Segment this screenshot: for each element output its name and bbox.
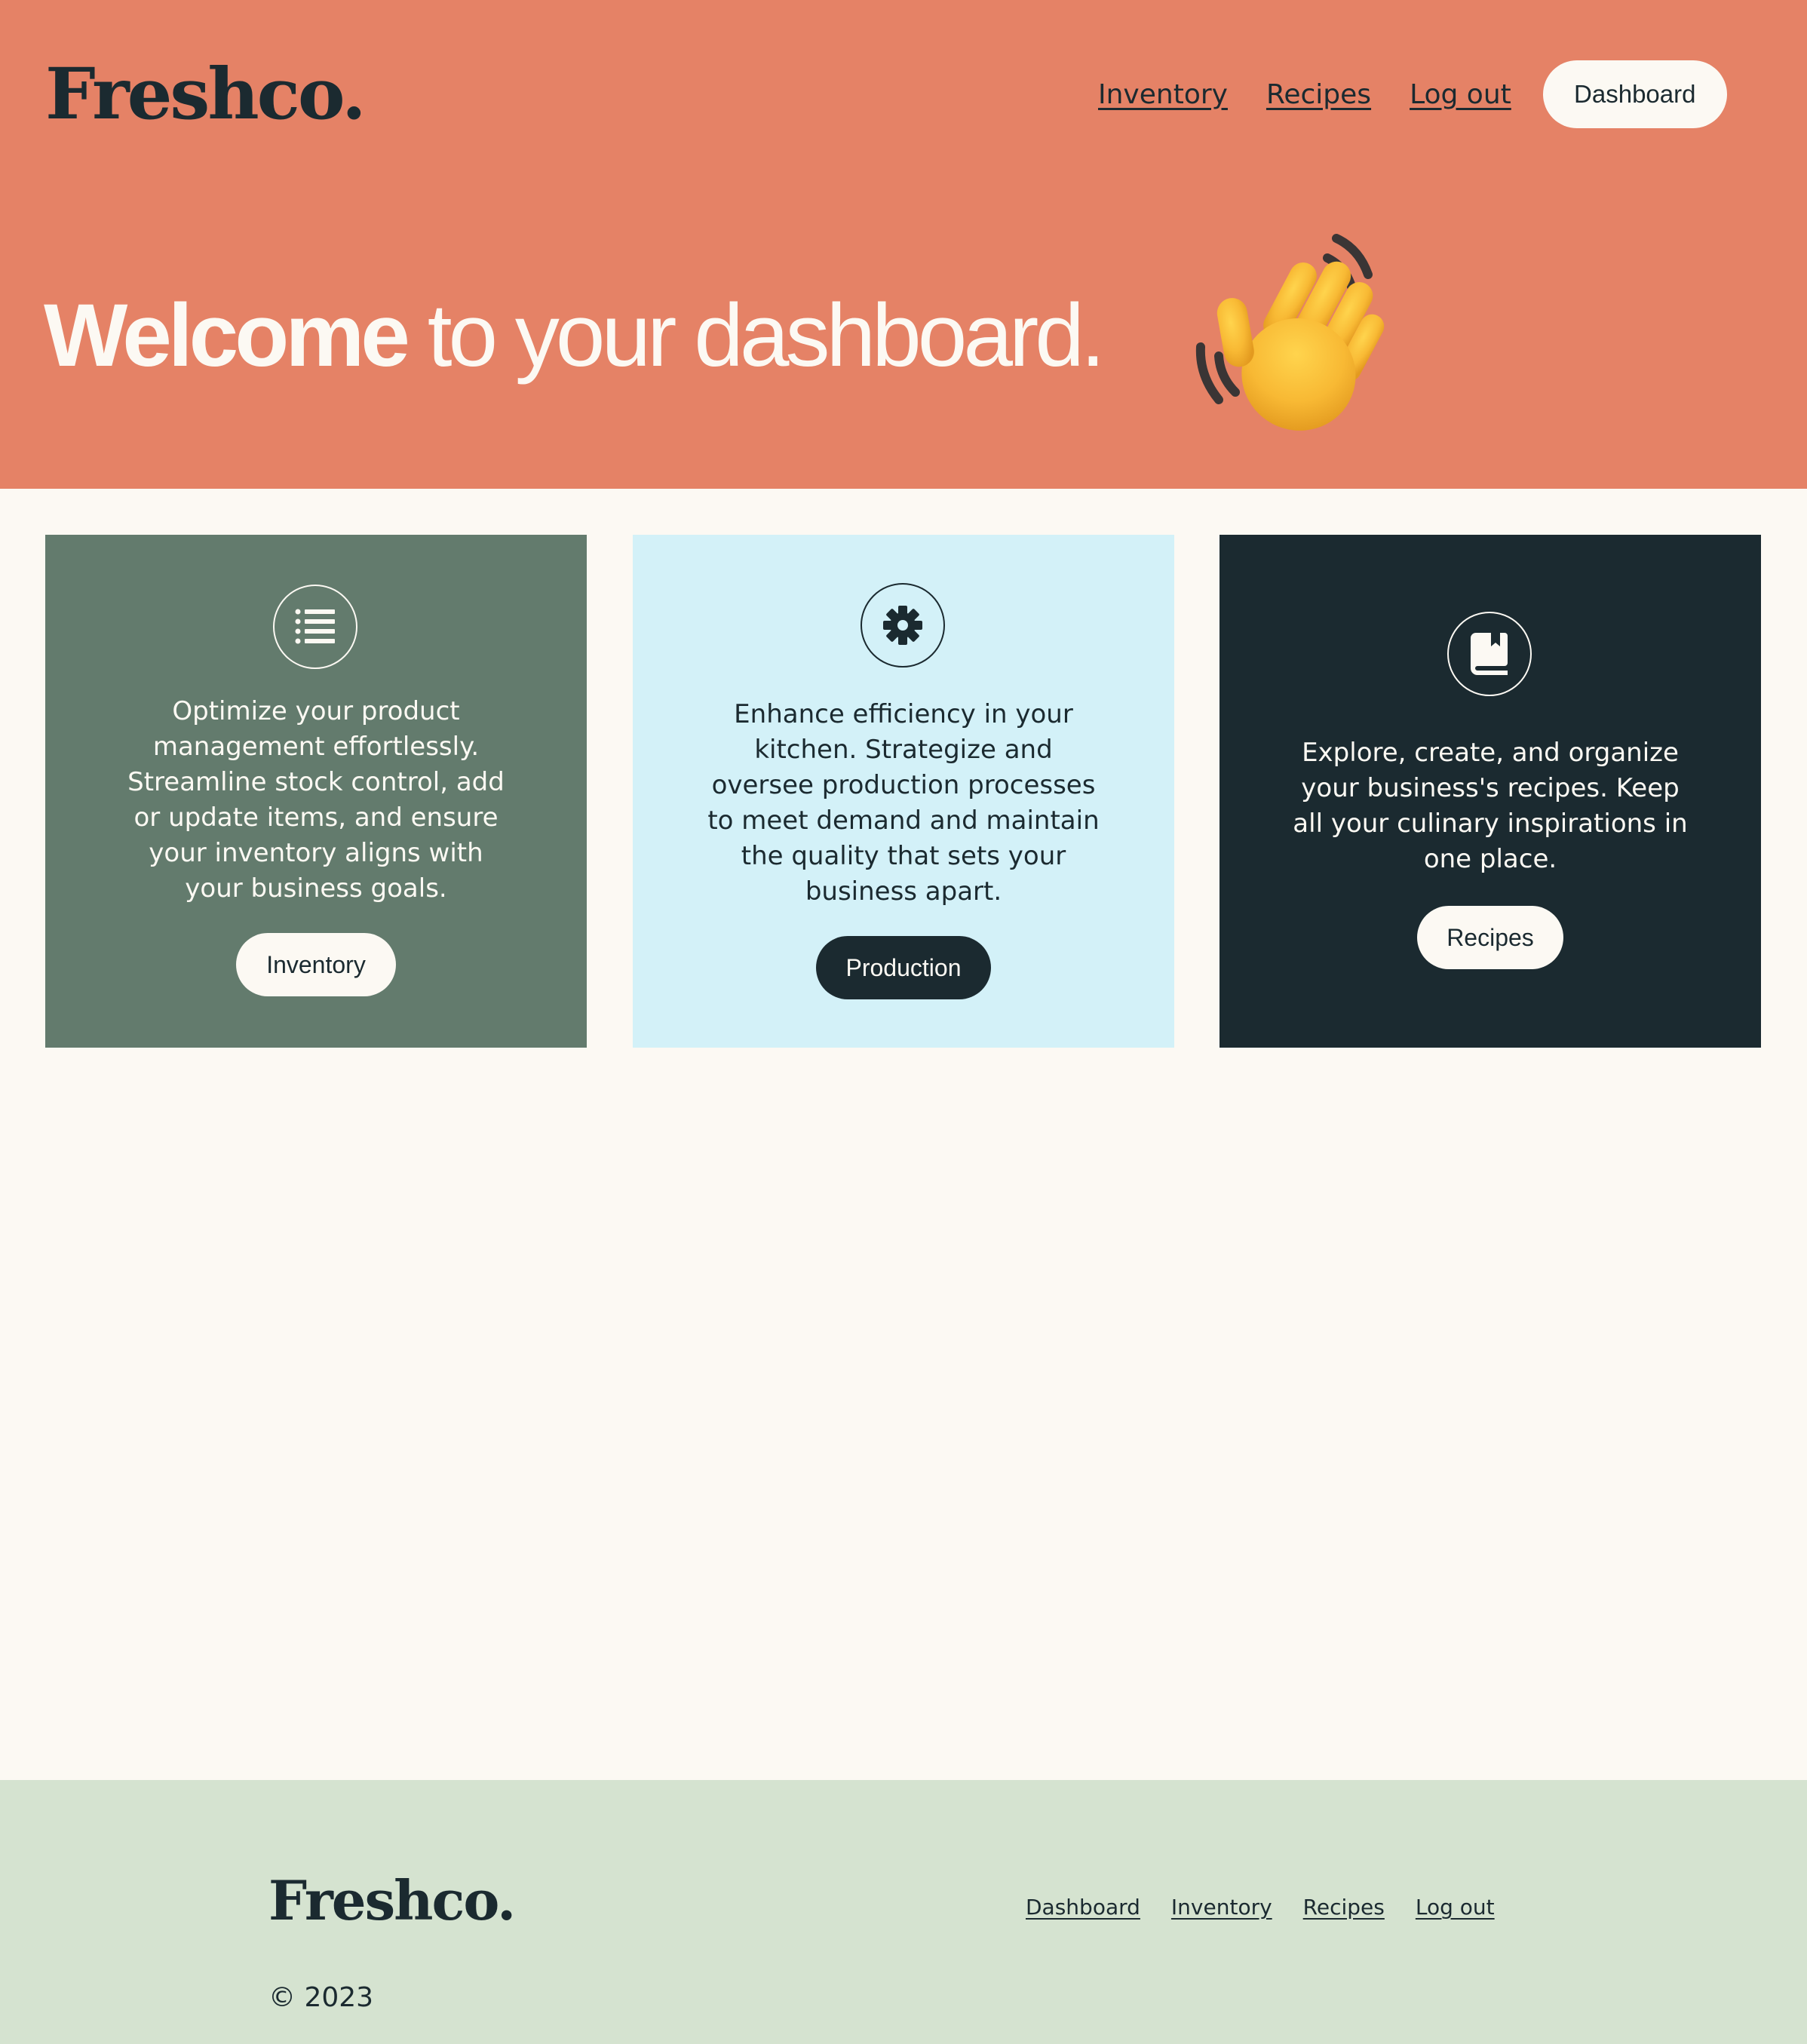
- recipes-button[interactable]: Recipes: [1417, 906, 1563, 969]
- production-button[interactable]: Production: [816, 936, 991, 999]
- gear-icon: [861, 583, 945, 668]
- copyright-text: © 2023: [268, 1982, 374, 2013]
- footer-nav: Dashboard Inventory Recipes Log out: [1026, 1895, 1495, 1920]
- page-title-bold: Welcome: [44, 286, 410, 385]
- footer-link-inventory[interactable]: Inventory: [1171, 1895, 1272, 1920]
- nav-link-recipes[interactable]: Recipes: [1266, 79, 1371, 110]
- recipes-card: Explore, create, and organize your busin…: [1219, 535, 1761, 1048]
- book-icon: [1447, 612, 1532, 696]
- footer-link-dashboard[interactable]: Dashboard: [1026, 1895, 1140, 1920]
- page-title: Welcome to your dashboard.: [44, 286, 1106, 385]
- footer-brand-logo[interactable]: Freshco.: [268, 1863, 516, 1938]
- nav-link-logout[interactable]: Log out: [1410, 79, 1511, 110]
- production-card: Enhance efficiency in your kitchen. Stra…: [633, 535, 1174, 1048]
- page-title-rest: to your dashboard.: [406, 286, 1106, 385]
- recipes-card-description: Explore, create, and organize your busin…: [1293, 738, 1688, 874]
- footer-link-logout[interactable]: Log out: [1416, 1895, 1495, 1920]
- hero-header: Freshco. Inventory Recipes Log out Dashb…: [0, 0, 1807, 489]
- main-nav: Inventory Recipes Log out Dashboard: [1098, 60, 1727, 128]
- brand-logo[interactable]: Freshco.: [45, 45, 367, 143]
- inventory-card-description: Optimize your product management effortl…: [127, 696, 505, 904]
- inventory-button[interactable]: Inventory: [236, 933, 396, 996]
- footer-link-recipes[interactable]: Recipes: [1303, 1895, 1385, 1920]
- dashboard-button[interactable]: Dashboard: [1542, 60, 1727, 128]
- inventory-card: Optimize your product management effortl…: [45, 535, 587, 1048]
- nav-link-inventory[interactable]: Inventory: [1098, 79, 1228, 110]
- production-card-description: Enhance efficiency in your kitchen. Stra…: [707, 699, 1100, 907]
- waving-hand-icon: [1195, 234, 1385, 431]
- list-icon: [273, 585, 357, 669]
- page-footer: Freshco. Dashboard Inventory Recipes Log…: [0, 1780, 1807, 2044]
